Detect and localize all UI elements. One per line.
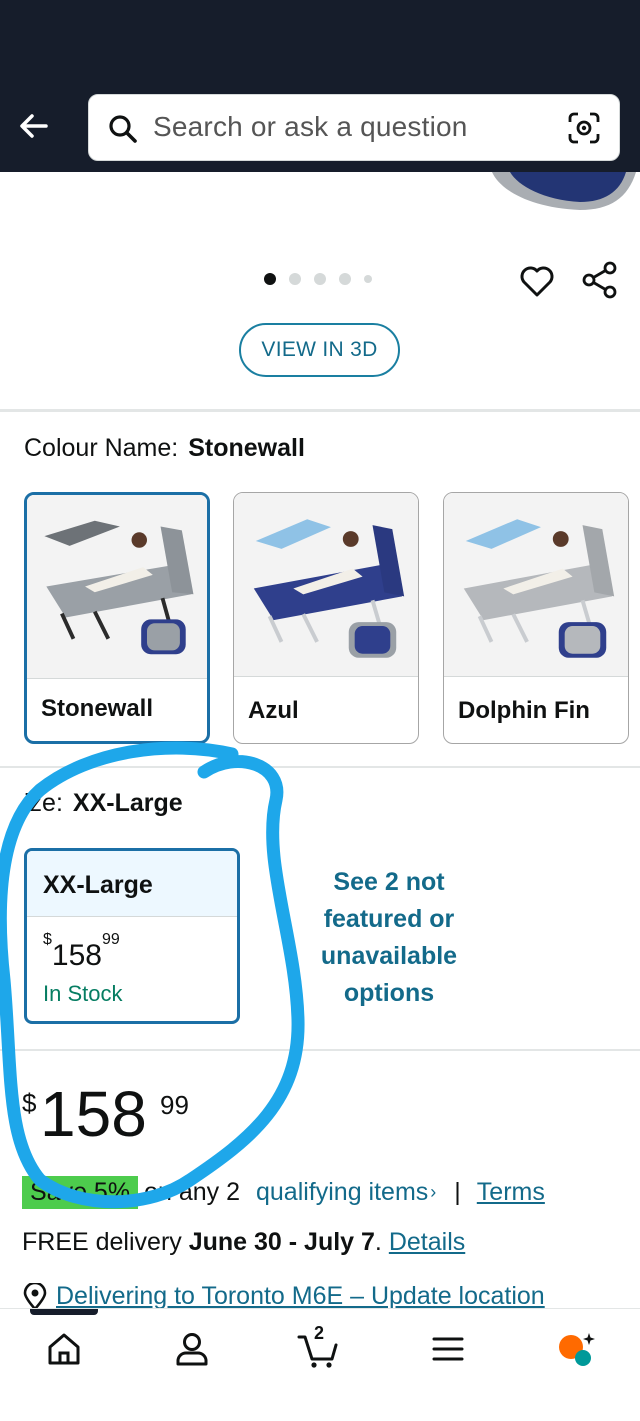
share-icon[interactable] [580,260,620,300]
colour-swatch-azul[interactable]: Azul [233,492,419,744]
delivery-row: FREE delivery June 30 - July 7. Details [22,1228,465,1257]
size-option-price: $15899 [43,931,120,973]
search-placeholder: Search or ask a question [153,111,468,142]
swatch-image [27,495,207,679]
price-currency: $ [22,1088,37,1118]
menu-icon[interactable] [426,1327,470,1371]
save-badge: Save 5% [22,1176,139,1209]
colour-value: Stonewall [188,434,305,462]
price-fraction: 99 [160,1090,189,1120]
promo-text: on any 2 [144,1178,240,1206]
carousel-dot[interactable] [339,273,351,285]
search-input[interactable]: Search or ask a question [88,94,620,161]
swatch-image [444,493,628,677]
account-icon[interactable] [170,1327,214,1371]
see-unavailable-options-link[interactable]: See 2 not featured or unavailable option… [300,864,478,1012]
delivery-details-link[interactable]: Details [389,1228,465,1256]
price-fraction: 99 [101,931,120,948]
camera-scan-icon[interactable] [567,111,601,145]
colour-swatch-dolphin-fin[interactable]: Dolphin Fin [443,492,629,744]
size-option-xx-large[interactable]: XX-Large $15899 In Stock [24,848,240,1024]
section-divider [0,766,640,768]
view-in-3d-button[interactable]: VIEW IN 3D [239,323,400,377]
promo-row: Save 5% on any 2 qualifying items › | Te… [22,1176,545,1209]
heart-icon[interactable] [518,262,556,300]
carousel-dot[interactable] [289,273,301,285]
size-option-title: XX-Large [27,851,237,917]
rufus-assistant-icon[interactable] [554,1327,598,1371]
carousel-dot[interactable] [314,273,326,285]
section-divider [0,409,640,412]
colour-label: Colour Name: [24,434,179,462]
product-image-fragment[interactable] [440,172,640,214]
home-icon[interactable] [42,1327,86,1371]
terms-link[interactable]: Terms [477,1178,545,1207]
price-currency: $ [43,931,52,948]
carousel-dots [264,273,372,285]
search-icon [109,115,137,143]
cart-button[interactable]: 2 [296,1323,340,1371]
chevron-right-icon: › [430,1182,437,1202]
colour-name-row: Colour Name: Stonewall [24,434,305,463]
back-arrow-icon[interactable] [16,108,52,144]
carousel-dot[interactable] [264,273,276,285]
delivery-prefix: FREE delivery [22,1228,182,1256]
qualifying-items-link[interactable]: qualifying items [256,1178,428,1207]
price-whole: 158 [51,939,102,972]
swatch-label: Dolphin Fin [458,697,590,724]
delivery-dates: June 30 - July 7 [188,1228,375,1256]
location-row[interactable]: Delivering to Toronto M6E – Update locat… [22,1282,545,1311]
carousel-dot[interactable] [364,275,372,283]
delivery-period: . [374,1228,382,1256]
size-row: ize: XX-Large [24,789,183,818]
cart-count: 2 [314,1323,325,1343]
bottom-navigation: 2 [0,1308,640,1421]
stock-status: In Stock [43,981,123,1006]
top-bar: Search or ask a question [0,0,640,172]
update-location-link[interactable]: Delivering to Toronto M6E – Update locat… [56,1282,545,1311]
section-divider [0,1049,640,1051]
size-label: ize: [24,789,63,817]
swatch-image [234,493,418,677]
separator: | [454,1178,461,1206]
swatch-label: Azul [248,697,299,724]
swatch-label: Stonewall [41,695,154,722]
size-value: XX-Large [72,789,183,817]
location-pin-icon [23,1282,47,1311]
price-whole: 158 [40,1078,147,1150]
colour-swatch-stonewall[interactable]: Stonewall [24,492,210,744]
active-tab-indicator [30,1309,98,1315]
